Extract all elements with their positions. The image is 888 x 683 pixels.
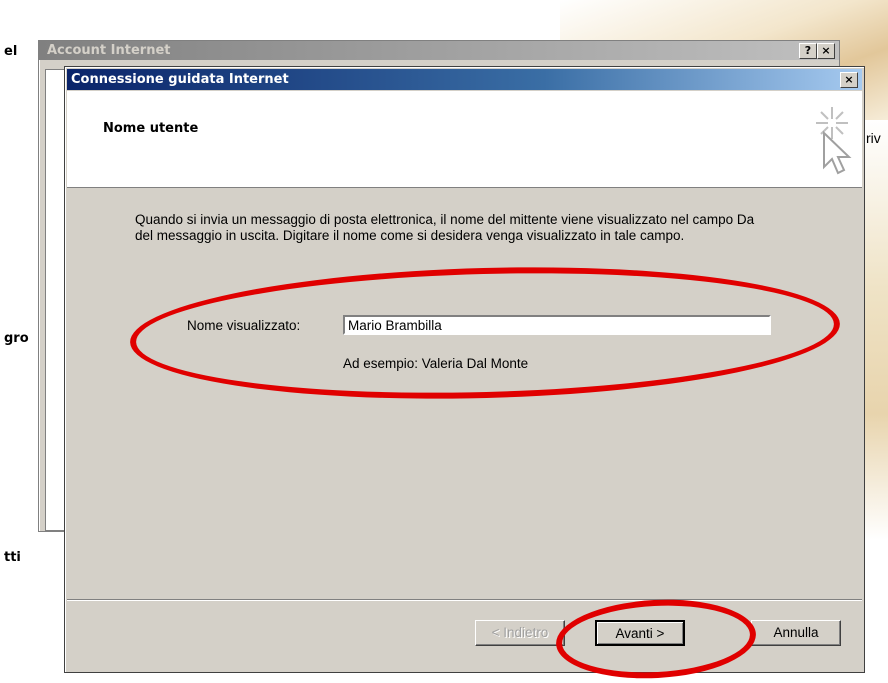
- cancel-button[interactable]: Annulla: [751, 620, 841, 646]
- wizard-step-title: Nome utente: [103, 121, 199, 136]
- cursor-sparkle-icon: [816, 107, 852, 175]
- internet-connection-wizard: Connessione guidata Internet × Nome uten…: [64, 66, 865, 673]
- display-name-input[interactable]: [343, 315, 771, 335]
- close-button[interactable]: ×: [817, 43, 835, 59]
- wizard-close-button[interactable]: ×: [840, 72, 858, 88]
- background-label-el: el: [4, 44, 18, 59]
- background-label-riv: riv: [866, 130, 881, 146]
- help-button[interactable]: ?: [799, 43, 817, 59]
- button-separator: [67, 599, 862, 601]
- wizard-header: Nome utente: [67, 91, 862, 188]
- wizard-title: Connessione guidata Internet: [71, 72, 289, 87]
- next-button[interactable]: Avanti >: [595, 620, 685, 646]
- back-button[interactable]: < Indietro: [475, 620, 565, 646]
- background-label-tti: tti: [4, 550, 21, 565]
- wizard-titlebar: Connessione guidata Internet ×: [67, 69, 862, 90]
- wizard-description: Quando si invia un messaggio di posta el…: [135, 212, 755, 243]
- account-internet-titlebar: Account Internet ? ×: [39, 41, 839, 60]
- account-internet-title: Account Internet: [47, 43, 171, 58]
- display-name-label: Nome visualizzato:: [187, 318, 301, 333]
- background-label-gro: gro: [4, 331, 29, 346]
- display-name-example: Ad esempio: Valeria Dal Monte: [343, 356, 529, 371]
